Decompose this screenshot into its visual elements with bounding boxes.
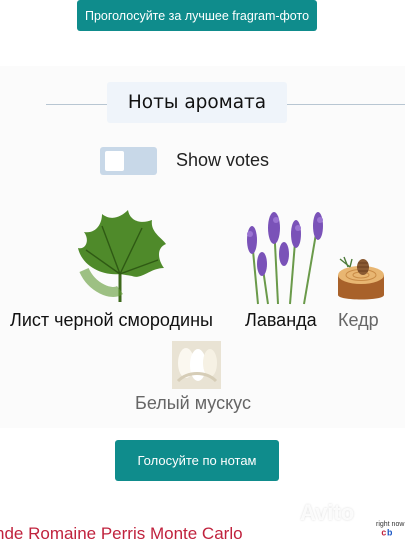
show-votes-toggle[interactable] — [100, 147, 157, 175]
note-name[interactable]: Лист черной смородины — [10, 310, 213, 331]
note-name[interactable]: Кедр — [338, 310, 379, 331]
avito-watermark: Avito — [300, 500, 355, 525]
show-votes-label: Show votes — [176, 150, 270, 170]
lavender-icon — [247, 212, 323, 305]
note-name[interactable]: Лаванда — [245, 310, 317, 331]
corner-label: right now — [376, 521, 405, 528]
heading-rule-left — [46, 104, 108, 105]
toggle-knob — [105, 151, 124, 171]
white-musk-icon — [172, 341, 221, 389]
cedar-log-icon — [338, 256, 384, 300]
notes-heading: Ноты аромата — [107, 82, 287, 123]
vote-notes-button[interactable]: Голосуйте по нотам — [115, 440, 279, 481]
vote-best-photo-button[interactable]: Проголосуйте за лучшее fragram-фото — [77, 0, 317, 31]
heading-rule-right — [287, 104, 405, 105]
corner-logo-icon: c b — [381, 528, 393, 538]
perfume-link[interactable]: nde Romaine Perris Monte Carlo — [0, 524, 243, 544]
blackcurrant-leaf-icon — [78, 210, 166, 302]
svg-text:b: b — [387, 528, 393, 538]
note-name[interactable]: Белый мускус — [135, 393, 251, 414]
svg-text:c: c — [381, 528, 386, 538]
